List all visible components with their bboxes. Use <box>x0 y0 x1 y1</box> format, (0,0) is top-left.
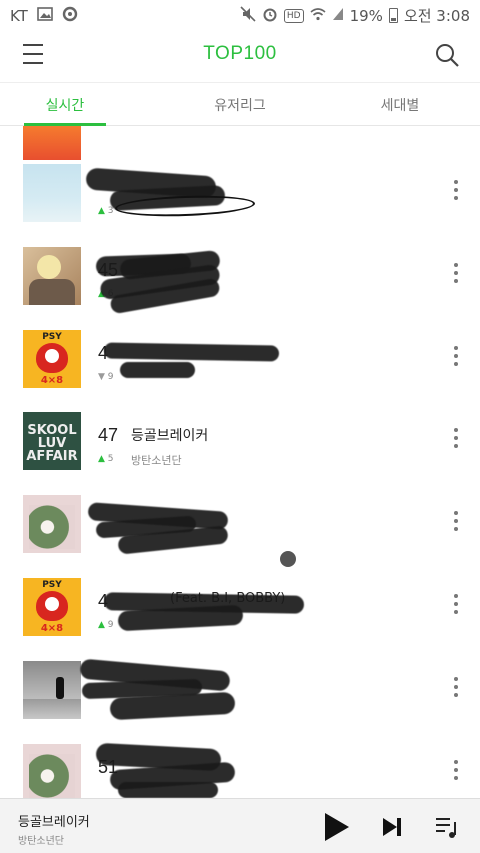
playlist-icon <box>436 818 456 838</box>
list-item[interactable] <box>0 495 480 577</box>
more-options-button[interactable] <box>452 263 460 287</box>
rank-up-icon: ▲ <box>98 454 105 464</box>
signal-icon <box>332 7 344 25</box>
battery-percent: 19% <box>349 6 383 25</box>
more-options-button[interactable] <box>452 180 460 204</box>
record-icon <box>62 6 78 26</box>
more-options-button[interactable] <box>452 511 460 535</box>
app-bar: TOP100 <box>0 32 480 82</box>
mini-player[interactable]: 등골브레이커 방탄소년단 <box>0 798 480 853</box>
rank-up-icon: ▲ <box>98 206 105 216</box>
more-options-button[interactable] <box>452 677 460 701</box>
wifi-icon <box>310 7 326 25</box>
more-options-button[interactable] <box>452 346 460 370</box>
more-options-button[interactable] <box>452 594 460 618</box>
more-options-button[interactable] <box>452 760 460 784</box>
more-options-button[interactable] <box>452 428 460 452</box>
album-cover: PSY 4×8 <box>23 578 81 636</box>
list-item[interactable]: SKOOL LUV AFFAIR 47 등골브레이커 ▲ 5 방탄소년단 <box>0 412 480 494</box>
list-item[interactable]: PSY 4×8 4 (Feat. B.I, BOBBY) ▲ 9 <box>0 578 480 660</box>
tab-generation[interactable]: 세대별 <box>340 95 460 115</box>
skip-next-icon <box>383 818 401 836</box>
scribble-dot <box>280 551 296 567</box>
album-cover <box>23 164 81 222</box>
psy-cover-bottom: 4×8 <box>40 623 64 634</box>
album-cover <box>23 126 81 160</box>
now-playing-artist: 방탄소년단 <box>18 836 64 847</box>
psy-cover-bottom: 4×8 <box>40 375 64 386</box>
clock: 오전 3:08 <box>403 7 470 25</box>
alarm-icon <box>262 6 278 26</box>
now-playing-title: 등골브레이커 <box>18 815 90 830</box>
rank-down-icon: ▼ <box>98 372 105 382</box>
play-button[interactable] <box>323 812 351 842</box>
rank-change: ▲ 9 <box>98 620 114 630</box>
list-item[interactable] <box>0 658 480 743</box>
album-cover <box>23 744 81 798</box>
album-cover: SKOOL LUV AFFAIR <box>23 412 81 470</box>
skool-cover-line-3: AFFAIR <box>26 449 78 464</box>
page-title: TOP100 <box>203 43 277 64</box>
album-cover: PSY 4×8 <box>23 330 81 388</box>
image-icon <box>37 7 53 25</box>
carrier-label: KT <box>10 7 28 25</box>
rank-up-icon: ▲ <box>98 620 105 630</box>
list-item[interactable]: 51 <box>0 742 480 798</box>
album-cover <box>23 661 81 719</box>
list-item[interactable]: PSY 4×8 4 ▼ 9 <box>0 330 480 412</box>
next-button[interactable] <box>381 816 403 838</box>
tab-realtime[interactable]: 실시간 <box>20 95 110 115</box>
status-bar-right: HD 19% 오전 3:08 <box>240 5 470 26</box>
rank-change: ▲ 5 <box>98 454 114 464</box>
search-icon <box>436 44 459 67</box>
tab-user-league[interactable]: 유저리그 <box>180 95 300 115</box>
scribble-redaction <box>103 342 280 362</box>
album-cover <box>23 247 81 305</box>
play-icon <box>325 813 349 841</box>
hd-badge: HD <box>283 8 304 23</box>
scribble-redaction <box>120 362 195 378</box>
tab-bar: 실시간 유저리그 세대별 <box>0 82 480 126</box>
scribble-redaction <box>118 782 218 798</box>
status-bar-left: KT <box>10 6 78 26</box>
artist-name: 방탄소년단 <box>131 454 182 467</box>
psy-cover-top: PSY <box>42 332 62 342</box>
rank-change: ▲ 3 <box>98 206 114 216</box>
mute-icon <box>240 5 256 26</box>
list-item[interactable]: ▲ 3 <box>0 164 480 246</box>
list-item[interactable]: 45 ▲ 6 <box>0 247 480 329</box>
rank-number: 47 <box>98 425 119 445</box>
playlist-button[interactable] <box>435 815 459 839</box>
chart-list: ▲ ▲ 3 45 ▲ 6 PSY 4×8 4 ▼ 9 <box>0 126 480 798</box>
status-bar: KT HD 19% 오전 3:08 <box>0 0 480 32</box>
battery-icon <box>388 8 398 23</box>
search-button[interactable] <box>434 42 460 68</box>
album-cover <box>23 495 81 553</box>
psy-cover-top: PSY <box>42 580 62 590</box>
song-title: 등골브레이커 <box>131 428 209 444</box>
rank-change: ▼ 9 <box>98 372 114 382</box>
